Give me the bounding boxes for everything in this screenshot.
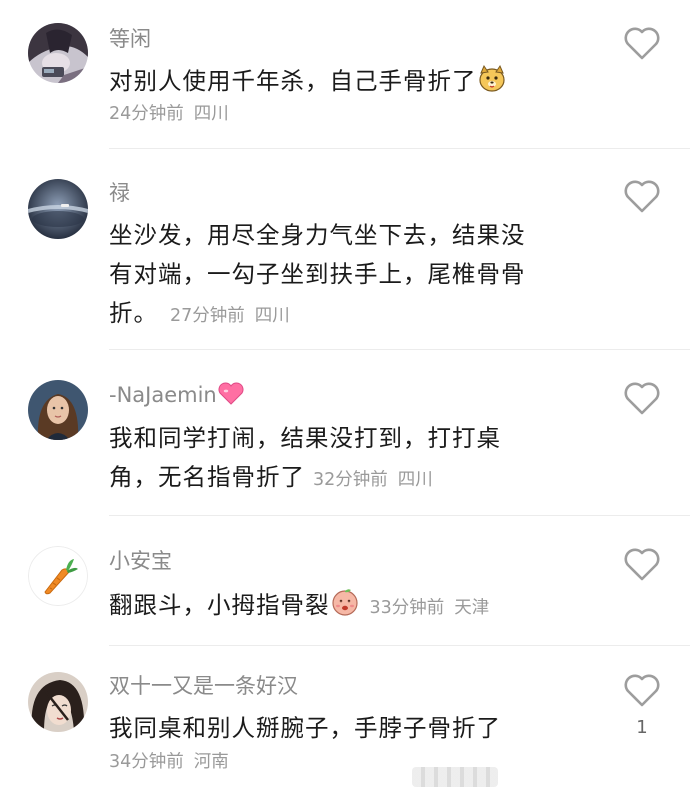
comment-username[interactable]: 禄 <box>109 180 130 206</box>
dog-face-emoji <box>477 63 507 105</box>
comment-text-content: 翻跟斗，小拇指骨裂 <box>109 591 330 619</box>
peach-face-emoji <box>330 587 360 629</box>
comment-text: 翻跟斗，小拇指骨裂 33分钟前 天津 <box>109 586 579 629</box>
comment-text-line: 有对端，一勾子坐到扶手上，尾椎骨骨 <box>109 260 526 288</box>
comment-username[interactable]: -NaJaemin <box>109 383 217 407</box>
avatar[interactable] <box>28 380 88 440</box>
avatar[interactable] <box>28 179 88 239</box>
comment-location: 四川 <box>193 104 229 124</box>
comment-time: 33分钟前 <box>369 598 445 618</box>
comment-time: 34分钟前 <box>109 752 184 772</box>
avatar-image <box>28 179 88 239</box>
heart-outline-icon[interactable] <box>622 672 662 708</box>
comment-meta: 34分钟前 河南 <box>109 750 229 774</box>
heart-outline-icon[interactable] <box>622 546 662 582</box>
comment-username[interactable]: 小安宝 <box>109 548 172 574</box>
comment-username-row: -NaJaemin <box>109 382 245 412</box>
heart-outline-icon[interactable] <box>622 25 662 61</box>
comment-location: 天津 <box>454 598 490 618</box>
carrot-icon <box>28 546 88 606</box>
comment-text-line: 角，无名指骨折了 <box>109 463 305 491</box>
heart-outline-icon[interactable] <box>622 380 662 416</box>
comment-item: -NaJaemin 我和同学打闹，结果没打到，打打桌 角，无名指骨折了 32分钟前… <box>0 350 690 516</box>
comment-text: 坐沙发，用尽全身力气坐下去，结果没 有对端，一勾子坐到扶手上，尾椎骨骨 折。 27… <box>109 216 579 336</box>
comment-text-line-with-meta: 角，无名指骨折了 32分钟前 四川 <box>109 458 579 500</box>
comment-text-line-with-meta: 折。 27分钟前 四川 <box>109 294 579 336</box>
avatar-image <box>28 672 88 732</box>
comment-location: 四川 <box>254 306 290 326</box>
avatar-image <box>28 380 88 440</box>
divider <box>109 148 690 149</box>
comment-text: 我和同学打闹，结果没打到，打打桌 角，无名指骨折了 32分钟前 四川 <box>109 419 579 500</box>
avatar[interactable] <box>28 672 88 732</box>
comment-text: 我同桌和别人掰腕子，手脖子骨折了 <box>109 709 579 748</box>
avatar[interactable] <box>28 23 88 83</box>
comment-text-content: 对别人使用千年杀，自己手骨折了 <box>109 67 477 95</box>
comment-location: 四川 <box>397 470 433 490</box>
comment-username[interactable]: 等闲 <box>109 26 151 52</box>
comment-time: 32分钟前 <box>313 470 388 490</box>
comment-text: 对别人使用千年杀，自己手骨折了 <box>109 62 579 105</box>
heart-outline-icon[interactable] <box>622 178 662 214</box>
comment-meta: 24分钟前 四川 <box>109 102 229 126</box>
comment-text-line: 坐沙发，用尽全身力气坐下去，结果没 <box>109 221 526 249</box>
comment-meta: 33分钟前 天津 <box>370 598 490 618</box>
comment-time: 24分钟前 <box>109 104 184 124</box>
comment-text-line: 折。 <box>109 299 158 327</box>
comment-text-line: 我和同学打闹，结果没打到，打打桌 <box>109 424 501 452</box>
comment-meta: 27分钟前 四川 <box>170 306 290 326</box>
avatar-image <box>28 23 88 83</box>
comment-meta: 32分钟前 四川 <box>313 470 433 490</box>
watermark <box>412 767 498 787</box>
comment-item: 双十一又是一条好汉 我同桌和别人掰腕子，手脖子骨折了 34分钟前 河南 1 <box>0 646 690 798</box>
avatar[interactable] <box>28 546 88 606</box>
like-count: 1 <box>636 717 648 738</box>
comment-text-content: 我同桌和别人掰腕子，手脖子骨折了 <box>109 714 501 742</box>
comment-item: 小安宝 翻跟斗，小拇指骨裂 33分钟前 天津 <box>0 516 690 646</box>
pink-heart-emoji <box>217 382 245 412</box>
comment-username[interactable]: 双十一又是一条好汉 <box>109 673 298 699</box>
comment-location: 河南 <box>193 752 229 772</box>
comment-time: 27分钟前 <box>170 306 245 326</box>
comment-item: 等闲 对别人使用千年杀，自己手骨折了 24分钟前 四川 <box>0 0 690 150</box>
comment-item: 禄 坐沙发，用尽全身力气坐下去，结果没 有对端，一勾子坐到扶手上，尾椎骨骨 折。… <box>0 150 690 350</box>
